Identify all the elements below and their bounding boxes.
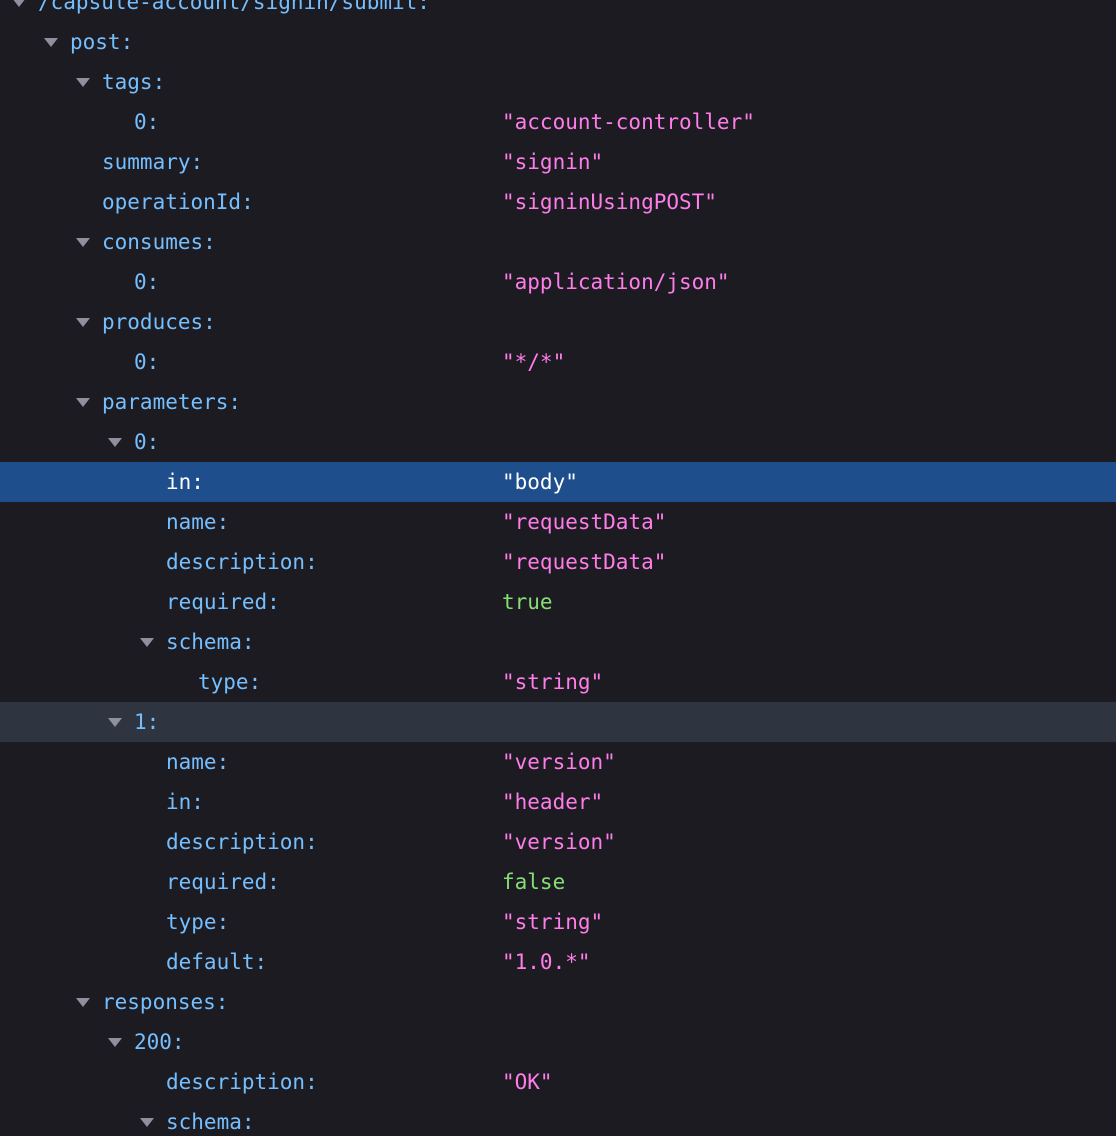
- row-value: "requestData": [502, 510, 667, 534]
- row-key: required:: [166, 590, 280, 614]
- row-key: type:: [198, 670, 262, 694]
- tree-row[interactable]: in: "header": [0, 782, 1116, 822]
- tree-row[interactable]: required: false: [0, 862, 1116, 902]
- row-key: parameters:: [102, 390, 242, 414]
- row-key: default:: [166, 950, 268, 974]
- row-key: schema:: [166, 630, 255, 654]
- row-key: required:: [166, 870, 280, 894]
- row-key: description:: [166, 550, 318, 574]
- chevron-down-icon[interactable]: [108, 1038, 122, 1047]
- row-value: false: [502, 870, 566, 894]
- row-value: "version": [502, 830, 616, 854]
- tree-row[interactable]: 0: "account-controller": [0, 102, 1116, 142]
- row-key: name:: [166, 750, 230, 774]
- row-key: 0:: [134, 270, 160, 294]
- row-key: schema:: [166, 1110, 255, 1134]
- tree-row[interactable]: description: "requestData": [0, 542, 1116, 582]
- row-value: "version": [502, 750, 616, 774]
- row-value: "string": [502, 670, 604, 694]
- row-value: "1.0.*": [502, 950, 591, 974]
- chevron-down-icon[interactable]: [108, 438, 122, 447]
- row-key: 0:: [134, 110, 160, 134]
- tree-row[interactable]: summary: "signin": [0, 142, 1116, 182]
- tree-row[interactable]: 1:: [0, 702, 1116, 742]
- chevron-down-icon[interactable]: [76, 318, 90, 327]
- row-key: type:: [166, 910, 230, 934]
- tree-row[interactable]: produces:: [0, 302, 1116, 342]
- row-key: produces:: [102, 310, 216, 334]
- chevron-down-icon[interactable]: [76, 398, 90, 407]
- tree-row[interactable]: type: "string": [0, 662, 1116, 702]
- row-key: tags:: [102, 70, 166, 94]
- row-key: description:: [166, 830, 318, 854]
- row-value: "OK": [502, 1070, 553, 1094]
- row-key: operationId:: [102, 190, 254, 214]
- tree-row[interactable]: parameters:: [0, 382, 1116, 422]
- tree-row[interactable]: default: "1.0.*": [0, 942, 1116, 982]
- chevron-down-icon[interactable]: [140, 638, 154, 647]
- tree-row[interactable]: schema:: [0, 1102, 1116, 1136]
- row-key: responses:: [102, 990, 229, 1014]
- tree-row[interactable]: /capsule-account/signin/submit:: [0, 0, 1116, 22]
- row-value: "header": [502, 790, 604, 814]
- row-value: "account-controller": [502, 110, 755, 134]
- tree-row[interactable]: required: true: [0, 582, 1116, 622]
- tree-row[interactable]: schema:: [0, 622, 1116, 662]
- tree-row[interactable]: name: "version": [0, 742, 1116, 782]
- row-value: "string": [502, 910, 604, 934]
- row-value: "requestData": [502, 550, 667, 574]
- json-tree-viewer: /capsule-account/signin/submit: post: tags…: [0, 0, 1116, 1136]
- tree-row[interactable]: responses:: [0, 982, 1116, 1022]
- row-value: true: [502, 590, 553, 614]
- row-value: "signin": [502, 150, 604, 174]
- row-key: 200:: [134, 1030, 185, 1054]
- row-key: post:: [70, 30, 134, 54]
- row-key: consumes:: [102, 230, 216, 254]
- row-key: in:: [166, 470, 204, 494]
- tree-row[interactable]: description: "OK": [0, 1062, 1116, 1102]
- row-value: "body": [502, 470, 578, 494]
- chevron-down-icon[interactable]: [76, 238, 90, 247]
- row-key: name:: [166, 510, 230, 534]
- row-key: in:: [166, 790, 204, 814]
- row-value: "application/json": [502, 270, 730, 294]
- tree-row[interactable]: operationId: "signinUsingPOST": [0, 182, 1116, 222]
- row-key: description:: [166, 1070, 318, 1094]
- row-key: 1:: [134, 710, 160, 734]
- tree-row[interactable]: 0:: [0, 422, 1116, 462]
- tree-row[interactable]: 0: "*/*": [0, 342, 1116, 382]
- chevron-down-icon[interactable]: [76, 998, 90, 1007]
- tree-row[interactable]: description: "version": [0, 822, 1116, 862]
- tree-row[interactable]: tags:: [0, 62, 1116, 102]
- chevron-down-icon[interactable]: [108, 718, 122, 727]
- chevron-down-icon[interactable]: [44, 38, 58, 47]
- row-key: 0:: [134, 350, 160, 374]
- tree-row[interactable]: type: "string": [0, 902, 1116, 942]
- row-value: "*/*": [502, 350, 566, 374]
- row-key: 0:: [134, 430, 160, 454]
- row-value: "signinUsingPOST": [502, 190, 717, 214]
- tree-row[interactable]: in: "body": [0, 462, 1116, 502]
- tree-row[interactable]: post:: [0, 22, 1116, 62]
- chevron-down-icon[interactable]: [12, 0, 26, 7]
- tree-row[interactable]: 0: "application/json": [0, 262, 1116, 302]
- chevron-down-icon[interactable]: [140, 1118, 154, 1127]
- tree-row[interactable]: consumes:: [0, 222, 1116, 262]
- row-key: /capsule-account/signin/submit:: [38, 0, 430, 14]
- tree-row[interactable]: name: "requestData": [0, 502, 1116, 542]
- row-key: summary:: [102, 150, 204, 174]
- tree-row[interactable]: 200:: [0, 1022, 1116, 1062]
- chevron-down-icon[interactable]: [76, 78, 90, 87]
